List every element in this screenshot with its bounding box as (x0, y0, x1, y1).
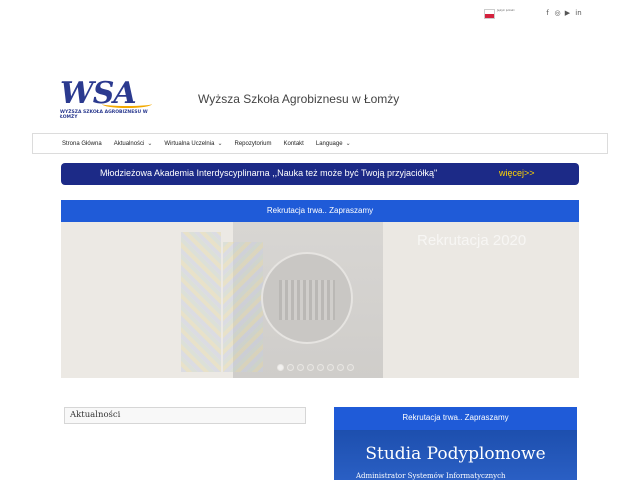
nav-item-label: Language (315, 140, 343, 147)
logo-subtitle: WYŻSZA SZKOŁA AGROBIZNESU W ŁOMŻY (60, 110, 148, 120)
slider-dot[interactable] (347, 364, 354, 371)
slider-dot[interactable] (307, 364, 314, 371)
nav-item-label: Kontakt (283, 140, 304, 147)
building-image (279, 280, 335, 320)
slide-title: Rekrutacja 2020 (417, 232, 527, 249)
site-title: Wyższa Szkoła Agrobiznesu w Łomży (198, 92, 400, 106)
postgraduate-promo[interactable]: Studia Podyplomowe Administrator Systemó… (334, 430, 577, 480)
slider-dot[interactable] (327, 364, 334, 371)
nav-item-virtual-university[interactable]: Wirtualna Uczelnia ⌄ (164, 140, 223, 148)
promo-title: Studia Podyplomowe (365, 444, 546, 464)
top-bar: Język polski f ◎ ▶ in (0, 4, 640, 24)
slider-dot[interactable] (277, 364, 284, 371)
language-flag-link[interactable]: Język polski (484, 6, 522, 22)
facebook-icon[interactable]: f (544, 9, 551, 17)
slide-left-panel (61, 222, 233, 378)
site-logo[interactable]: WSA WYŻSZA SZKOŁA AGROBIZNESU W ŁOMŻY (60, 78, 160, 126)
polish-flag-icon (484, 9, 495, 19)
nav-item-language[interactable]: Language ⌄ (315, 140, 351, 148)
slider-dot[interactable] (337, 364, 344, 371)
slide-right-panel: Rekrutacja 2020 (383, 222, 579, 378)
instagram-icon[interactable]: ◎ (554, 9, 561, 17)
nav-item-repository[interactable]: Repozytorium (234, 141, 271, 147)
social-links: f ◎ ▶ in (544, 9, 583, 17)
linkedin-icon[interactable]: in (574, 9, 583, 17)
main-nav: Strona Główna Aktualności ⌄ Wirtualna Uc… (32, 133, 608, 154)
sidebar-recruitment-banner[interactable]: Rekrutacja trwa.. Zapraszamy (334, 407, 577, 430)
slider-dot[interactable] (287, 364, 294, 371)
nav-item-label: Aktualności (113, 140, 145, 147)
hero-slider[interactable]: Rekrutacja 2020 (61, 222, 579, 378)
slider-dots (277, 364, 354, 371)
recruitment-banner[interactable]: Rekrutacja trwa.. Zapraszamy (61, 200, 579, 222)
youtube-icon[interactable]: ▶ (564, 9, 571, 17)
nav-item-news[interactable]: Aktualności ⌄ (113, 140, 153, 148)
nav-item-label: Repozytorium (234, 140, 272, 147)
promo-subtitle: Administrator Systemów Informatycznych (356, 472, 506, 480)
announcement-bar: Młodzieżowa Akademia Interdyscyplinarna … (61, 163, 579, 185)
slider-dot[interactable] (317, 364, 324, 371)
nav-item-home[interactable]: Strona Główna (62, 141, 102, 147)
nav-item-contact[interactable]: Kontakt (284, 141, 304, 147)
chevron-down-icon: ⌄ (345, 141, 351, 147)
news-title: Aktualności (70, 410, 121, 420)
news-section-header: Aktualności (64, 407, 306, 424)
decorative-stripes (223, 242, 263, 372)
announcement-text: Młodzieżowa Akademia Interdyscyplinarna … (100, 168, 438, 178)
chevron-down-icon: ⌄ (217, 141, 223, 147)
nav-item-label: Wirtualna Uczelnia (164, 140, 215, 147)
logo-swoosh (102, 100, 152, 108)
slider-dot[interactable] (297, 364, 304, 371)
sidebar-banner-text: Rekrutacja trwa.. Zapraszamy (402, 413, 509, 422)
slide-image (223, 222, 383, 378)
chevron-down-icon: ⌄ (147, 141, 153, 147)
recruitment-banner-text: Rekrutacja trwa.. Zapraszamy (266, 206, 374, 215)
announcement-more-link[interactable]: więcej>> (499, 168, 535, 178)
decorative-stripes (181, 232, 221, 372)
nav-item-label: Strona Główna (62, 140, 102, 147)
flag-label: Język polski (497, 8, 515, 12)
